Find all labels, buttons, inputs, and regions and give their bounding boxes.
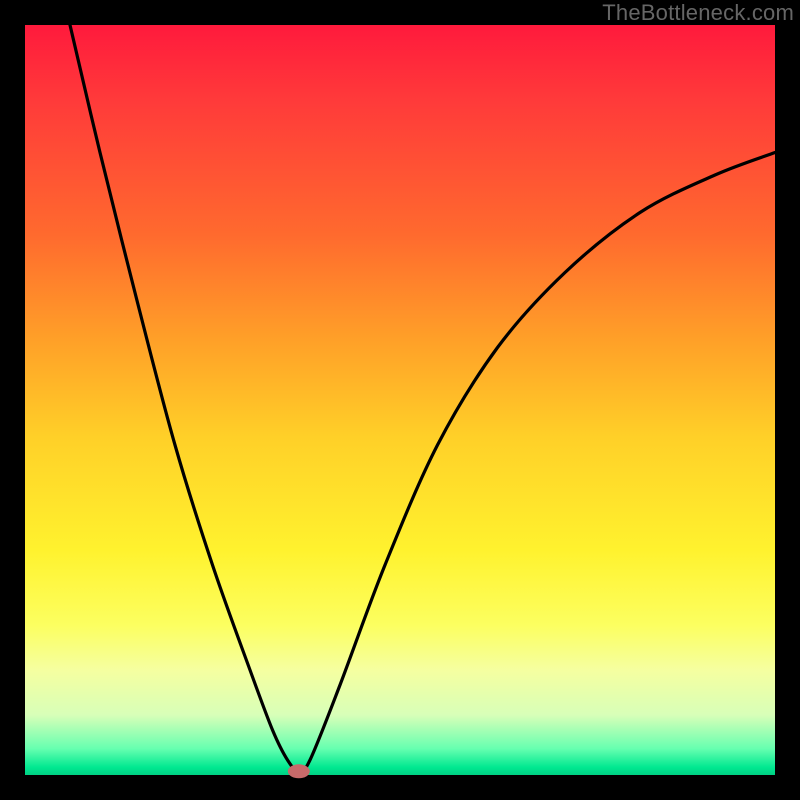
plot-area [25, 25, 775, 775]
chart-frame: TheBottleneck.com [0, 0, 800, 800]
optimum-marker [288, 764, 310, 778]
bottleneck-curve [25, 25, 775, 775]
watermark-text: TheBottleneck.com [602, 0, 794, 26]
curve-path [70, 25, 775, 772]
